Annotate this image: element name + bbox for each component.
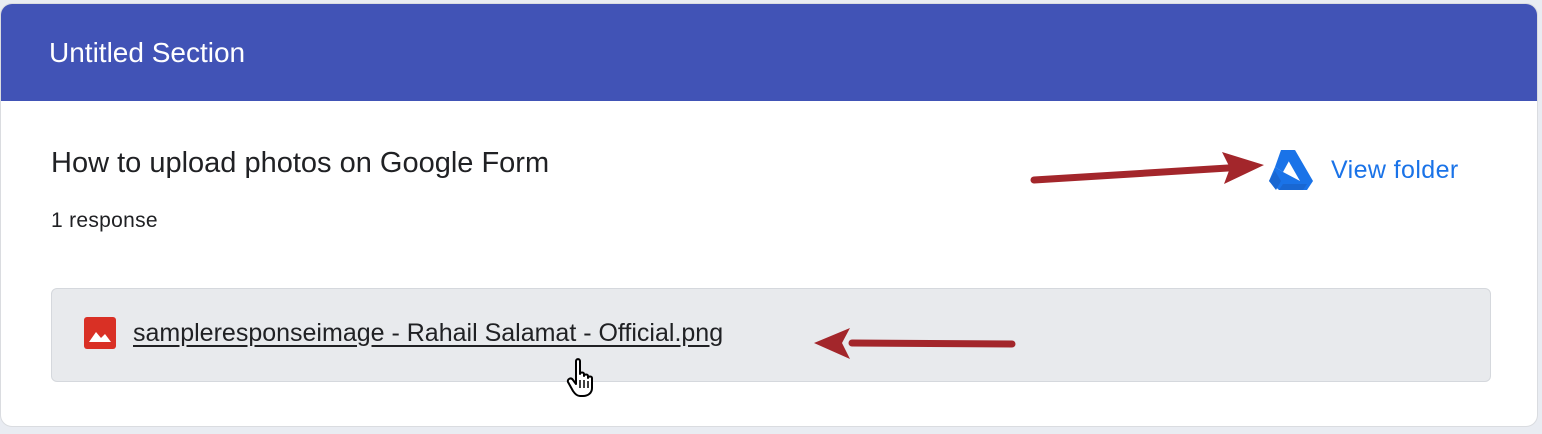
google-drive-icon [1269, 150, 1313, 190]
view-folder-link[interactable]: View folder [1269, 150, 1459, 190]
annotation-arrow-view-folder [1030, 152, 1264, 184]
hand-cursor-icon [566, 358, 593, 397]
response-count: 1 response [51, 209, 158, 232]
view-folder-label: View folder [1331, 155, 1459, 184]
file-link[interactable]: sampleresponseimage - Rahail Salamat - O… [84, 317, 723, 349]
response-card: Untitled Section How to upload photos on… [0, 3, 1538, 427]
question-title: How to upload photos on Google Form [51, 147, 550, 179]
annotation-arrow-file [814, 328, 1016, 359]
file-response-box: sampleresponseimage - Rahail Salamat - O… [51, 288, 1491, 382]
file-name-link[interactable]: sampleresponseimage - Rahail Salamat - O… [133, 319, 723, 348]
image-file-icon [84, 317, 116, 349]
section-header: Untitled Section [1, 4, 1537, 101]
section-title: Untitled Section [49, 36, 246, 68]
